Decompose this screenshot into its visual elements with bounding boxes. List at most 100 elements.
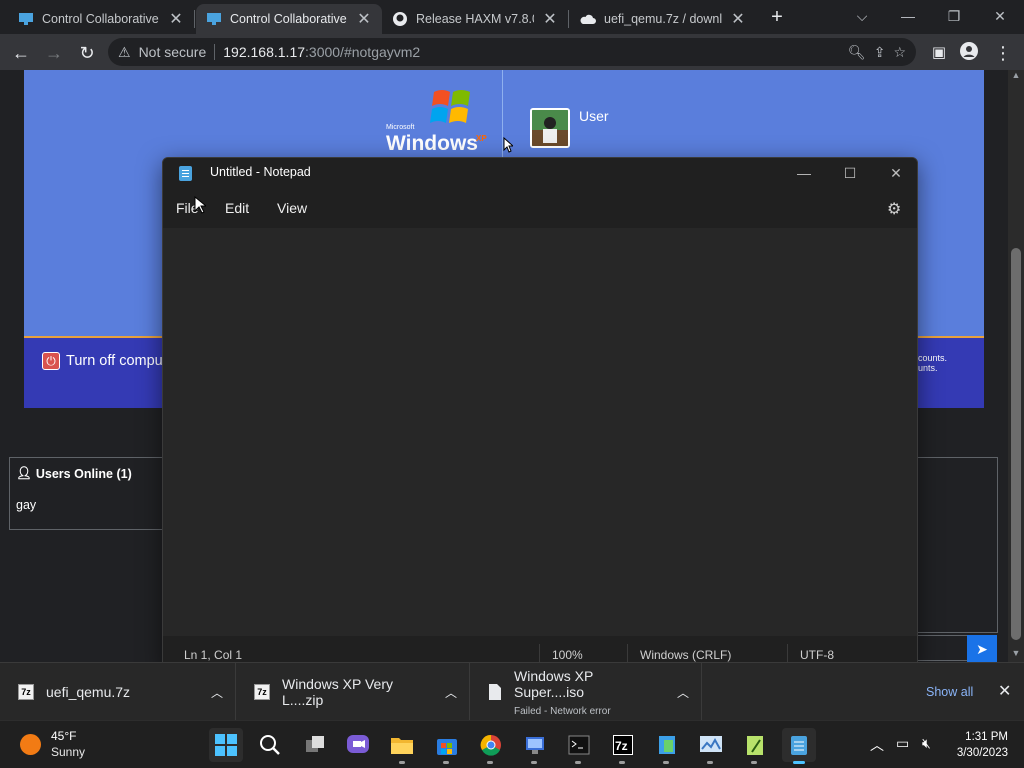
store-icon[interactable]	[430, 728, 464, 762]
users-online-panel: 👤︎ Users Online (1) gay	[9, 457, 169, 530]
close-tab-icon[interactable]: ✕	[356, 9, 372, 29]
notepad-minimize-button[interactable]: —	[781, 162, 827, 186]
minimize-window-button[interactable]: —	[888, 4, 928, 28]
running-indicator	[751, 761, 757, 764]
clock-time[interactable]: 1:31 PM	[950, 731, 1008, 743]
download-item-failed[interactable]: Windows XP Super....iso Failed - Network…	[470, 663, 702, 721]
close-tab-icon[interactable]: ✕	[730, 9, 746, 29]
notepad-icon	[179, 166, 192, 181]
cloud-icon	[580, 14, 596, 24]
running-indicator	[575, 761, 581, 764]
reload-button[interactable]: ↻	[76, 42, 98, 64]
notepad-maximize-button[interactable]: ☐	[827, 162, 873, 186]
file-icon	[489, 684, 501, 700]
user-icon: 👤︎	[16, 466, 32, 480]
users-online-header: 👤︎ Users Online (1)	[16, 466, 132, 481]
browser-tab[interactable]: Control Collaborative V ✕	[8, 4, 194, 34]
encoding: UTF-8	[800, 648, 834, 662]
task-view-icon[interactable]	[298, 728, 332, 762]
windows-wordmark: Windows	[386, 132, 478, 155]
search-icon[interactable]	[253, 728, 287, 762]
bookmark-star-icon[interactable]: ☆	[893, 44, 906, 61]
notepad-close-button[interactable]: ✕	[873, 162, 917, 186]
zoom-level: 100%	[552, 648, 583, 662]
address-bar[interactable]: ⚠ Not secure 192.168.1.17:3000/#notgayvm…	[108, 38, 916, 66]
notepad-icon[interactable]	[782, 728, 816, 762]
side-panel-icon[interactable]: ▣	[928, 42, 950, 64]
page-scrollbar[interactable]: ▲ ▼	[1008, 70, 1024, 662]
notepad-title-bar[interactable]: Untitled - Notepad — ☐ ✕	[163, 158, 917, 188]
start-icon[interactable]	[209, 728, 243, 762]
close-downloads-bar-icon[interactable]: ✕	[998, 681, 1011, 701]
chat-input[interactable]	[916, 635, 968, 661]
xp-wordmark: XP	[476, 134, 487, 143]
7zip-icon[interactable]: 7z	[606, 728, 640, 762]
cursor-position: Ln 1, Col 1	[184, 648, 243, 662]
browser-tab[interactable]: Release HAXM v7.8.0 · ✕	[382, 4, 568, 34]
downloads-bar: 7z uefi_qemu.7z ︿ 7z Windows XP Very L..…	[0, 662, 1024, 721]
mouse-cursor-icon	[194, 196, 206, 214]
terminal-icon[interactable]	[562, 728, 596, 762]
turn-off-computer-button[interactable]: ⏻ Turn off compu	[42, 352, 163, 370]
share-icon[interactable]: ⇪	[874, 44, 886, 61]
close-tab-icon[interactable]: ✕	[542, 9, 558, 29]
user-avatar[interactable]	[530, 108, 570, 148]
scroll-up-arrow-icon[interactable]: ▲	[1008, 70, 1024, 84]
users-list-item[interactable]: gay	[16, 498, 36, 512]
chevron-up-icon[interactable]: ︿	[211, 684, 223, 701]
app-icon[interactable]	[518, 728, 552, 762]
zoom-icon[interactable]: 🔍︎	[848, 44, 866, 61]
status-divider	[627, 644, 628, 662]
show-all-downloads-link[interactable]: Show all	[926, 685, 973, 699]
download-item[interactable]: 7z Windows XP Very L....zip ︿	[236, 663, 470, 721]
app2-icon[interactable]	[650, 728, 684, 762]
download-name: uefi_qemu.7z	[46, 684, 131, 700]
notepad-plus-icon[interactable]	[738, 728, 772, 762]
running-indicator	[663, 761, 669, 764]
scroll-down-arrow-icon[interactable]: ▼	[1008, 648, 1024, 662]
back-button[interactable]: ←	[10, 42, 32, 64]
send-message-button[interactable]: ➤	[967, 635, 997, 662]
turn-off-label: Turn off compu	[66, 353, 163, 369]
security-label[interactable]: Not secure	[139, 44, 207, 60]
close-tab-icon[interactable]: ✕	[168, 9, 184, 29]
volume-muted-icon[interactable]: 🔇︎	[922, 735, 931, 752]
menu-view[interactable]: View	[277, 200, 307, 216]
show-hidden-icons-chevron-icon[interactable]: ︿	[870, 735, 884, 755]
restore-window-button[interactable]: ❐	[934, 4, 974, 28]
running-indicator	[443, 761, 449, 764]
monitor-app-icon[interactable]	[694, 728, 728, 762]
notepad-menu-bar: File Edit View ⚙	[163, 188, 917, 228]
browser-tab-strip: Control Collaborative V ✕ Control Collab…	[0, 0, 1024, 34]
user-name[interactable]: User	[579, 108, 609, 124]
chevron-up-icon[interactable]: ︿	[677, 684, 689, 701]
monitor-icon	[207, 13, 221, 25]
settings-gear-icon[interactable]: ⚙	[887, 199, 901, 219]
new-tab-button[interactable]: +	[766, 6, 788, 28]
svg-text:7z: 7z	[615, 739, 628, 753]
scrollbar-thumb[interactable]	[1011, 248, 1021, 640]
menu-edit[interactable]: Edit	[225, 200, 249, 216]
file-explorer-icon[interactable]	[385, 728, 419, 762]
network-icon[interactable]: ▭	[896, 735, 909, 752]
warning-icon[interactable]: ⚠	[118, 44, 131, 61]
notepad-text-area[interactable]	[163, 228, 917, 636]
chat-icon[interactable]	[341, 728, 375, 762]
profile-icon[interactable]	[958, 42, 980, 64]
browser-tab-active[interactable]: Control Collaborative V ✕	[196, 4, 382, 34]
chevron-up-icon[interactable]: ︿	[445, 684, 457, 701]
weather-temperature[interactable]: 45°F	[51, 729, 76, 743]
close-window-button[interactable]: ✕	[980, 4, 1020, 28]
microsoft-wordmark: Microsoft	[386, 124, 415, 131]
tab-divider	[194, 10, 195, 28]
power-icon: ⏻	[42, 352, 60, 370]
chrome-icon[interactable]	[474, 728, 508, 762]
sun-icon[interactable]	[20, 734, 41, 755]
download-item[interactable]: 7z uefi_qemu.7z ︿	[0, 663, 236, 721]
weather-condition[interactable]: Sunny	[51, 745, 85, 759]
browser-tab[interactable]: uefi_qemu.7z / downlo ✕	[570, 4, 756, 34]
more-menu-icon[interactable]: ⋮	[992, 42, 1014, 64]
tab-search-icon[interactable]: ⌵	[842, 4, 882, 28]
forward-button[interactable]: →	[43, 42, 65, 64]
clock-date[interactable]: 3/30/2023	[950, 747, 1008, 759]
